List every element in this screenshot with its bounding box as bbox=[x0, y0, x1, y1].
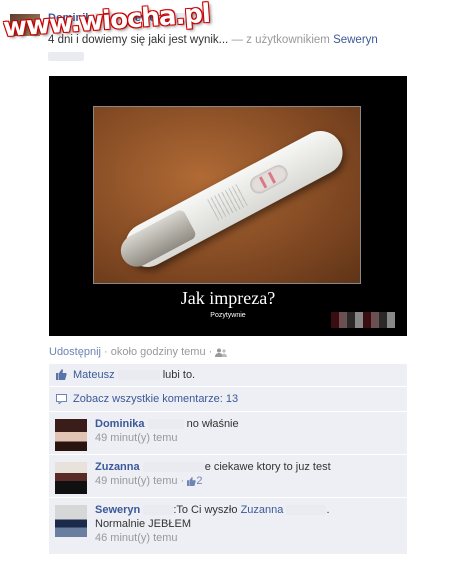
comment-time[interactable]: 49 minut(y) temu bbox=[95, 475, 178, 487]
comment-period: . bbox=[326, 504, 330, 516]
test-window-shape bbox=[246, 162, 291, 197]
redacted-surname bbox=[286, 505, 327, 516]
redacted-surname bbox=[142, 462, 205, 473]
share-link[interactable]: Udostępnij bbox=[49, 346, 101, 358]
commenter-avatar[interactable] bbox=[55, 419, 87, 451]
comment-text: no właśnie bbox=[186, 418, 239, 430]
separator-dot: · bbox=[180, 475, 185, 487]
comment-body: Seweryn :To Ci wyszło Zuzanna . Normalni… bbox=[95, 503, 395, 545]
likes-text: Mateusz lubi to. bbox=[73, 369, 195, 381]
commenter-name[interactable]: Dominika bbox=[95, 418, 145, 430]
redacted-surname bbox=[143, 505, 174, 516]
comment-likes[interactable]: 2 bbox=[187, 475, 202, 487]
post-actions: Udostępnij · około godziny temu · bbox=[49, 346, 228, 358]
photo-caption: Jak impreza? bbox=[180, 288, 276, 308]
view-all-comments-link[interactable]: Zobacz wszystkie komentarze: 13 bbox=[73, 393, 238, 405]
comment-item: Zuzanna e ciekawe ktory to juz test 49 m… bbox=[49, 455, 407, 498]
redacted-surname bbox=[48, 52, 84, 61]
comment-body: Dominika no właśnie 49 minut(y) temu bbox=[95, 417, 395, 445]
like-count: 2 bbox=[196, 475, 203, 487]
test-cap-shape bbox=[115, 208, 198, 273]
commenter-name[interactable]: Seweryn bbox=[95, 504, 140, 516]
test-line-shape bbox=[258, 176, 268, 189]
comment-text: :To Ci wyszło bbox=[173, 504, 238, 516]
friends-privacy-icon[interactable] bbox=[215, 348, 228, 357]
comment-meta: 49 minut(y) temu · 2 bbox=[95, 474, 395, 488]
likes-row: Mateusz lubi to. bbox=[49, 364, 407, 387]
commenter-name[interactable]: Zuzanna bbox=[95, 461, 140, 473]
commenter-avatar[interactable] bbox=[55, 462, 87, 494]
test-label-shape bbox=[207, 183, 249, 221]
comment-text-line2: Normalnie JEBŁEM bbox=[95, 518, 191, 530]
feedback-box: Mateusz lubi to. Zobacz wszystkie koment… bbox=[49, 364, 407, 555]
separator-dot: · bbox=[208, 346, 213, 358]
comment-meta: 49 minut(y) temu bbox=[95, 431, 395, 445]
test-stick-shape bbox=[115, 123, 351, 275]
mention-link[interactable]: Zuzanna bbox=[241, 504, 284, 516]
likes-suffix: lubi to. bbox=[162, 369, 196, 381]
pregnancy-test-image bbox=[93, 106, 361, 284]
post-photo[interactable]: Jak impreza? Pozytywnie bbox=[49, 76, 407, 336]
test-line-shape bbox=[267, 171, 277, 184]
comment-bubble-icon bbox=[56, 394, 67, 404]
with-user-link[interactable]: Seweryn bbox=[333, 34, 378, 46]
thumbs-up-icon bbox=[187, 476, 196, 486]
comment-meta: 46 minut(y) temu bbox=[95, 531, 395, 545]
with-prefix: — z użytkownikiem bbox=[231, 34, 330, 46]
commenter-avatar[interactable] bbox=[55, 505, 87, 537]
redacted-surname bbox=[147, 419, 184, 430]
comment-body: Zuzanna e ciekawe ktory to juz test 49 m… bbox=[95, 460, 395, 488]
comment-item: Dominika no właśnie 49 minut(y) temu bbox=[49, 412, 407, 455]
thumbs-up-icon bbox=[56, 369, 67, 380]
comment-time[interactable]: 46 minut(y) temu bbox=[95, 532, 178, 544]
separator-dot: · bbox=[104, 346, 108, 358]
post-time[interactable]: około godziny temu bbox=[111, 346, 206, 358]
pixelated-logo bbox=[331, 312, 395, 328]
redacted-surname bbox=[117, 370, 160, 381]
comment-time[interactable]: 49 minut(y) temu bbox=[95, 432, 178, 444]
liker-link[interactable]: Mateusz bbox=[73, 369, 115, 381]
view-all-row[interactable]: Zobacz wszystkie komentarze: 13 bbox=[49, 387, 407, 412]
comment-text: e ciekawe ktory to juz test bbox=[204, 461, 331, 473]
comment-item: Seweryn :To Ci wyszło Zuzanna . Normalni… bbox=[49, 498, 407, 555]
